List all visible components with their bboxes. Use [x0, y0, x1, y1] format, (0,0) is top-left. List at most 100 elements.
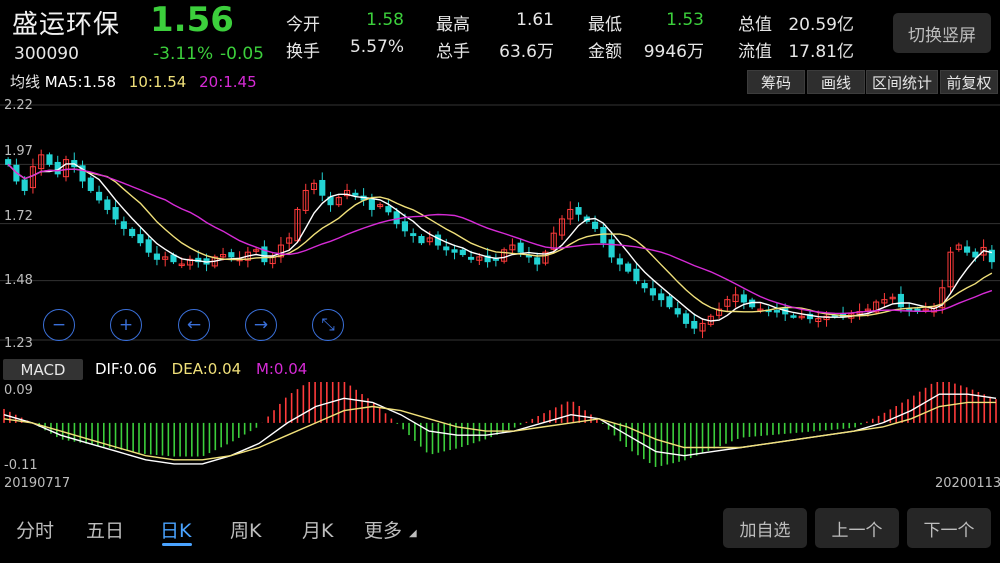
candle-body	[451, 249, 458, 253]
candle-body	[897, 293, 904, 308]
nav-five-day[interactable]: 五日	[86, 516, 124, 543]
reset-zoom-icon[interactable]: ⤡	[312, 309, 344, 341]
candle-body	[633, 268, 640, 282]
amount-label: 金额	[588, 42, 622, 62]
change-amount: -0.05	[220, 44, 264, 64]
macd-axis-bottom: -0.11	[4, 458, 38, 473]
candle-body	[129, 228, 136, 237]
scroll-left-icon[interactable]: ←	[178, 309, 210, 341]
ma20-value: 20:1.45	[199, 73, 257, 91]
volume-label: 总手	[436, 42, 470, 62]
candle-body	[964, 246, 971, 253]
turnover-value: 5.57%	[349, 37, 404, 57]
candle-body	[517, 242, 524, 253]
nav-monthly-k[interactable]: 月K	[302, 516, 333, 543]
nav-weekly-k[interactable]: 周K	[230, 516, 261, 543]
candle-body	[625, 263, 632, 272]
candle-body	[641, 283, 648, 289]
candle-body	[459, 249, 466, 256]
interval-stats-button[interactable]: 区间统计	[866, 70, 938, 94]
high-value: 1.61	[516, 10, 554, 30]
candle-body	[592, 221, 599, 229]
low-label: 最低	[588, 15, 622, 35]
candle-body	[21, 179, 28, 191]
candle-body	[492, 258, 499, 261]
candle-body	[352, 192, 359, 196]
ma-label: 均线	[10, 73, 41, 91]
candle-body	[468, 256, 475, 260]
macd-axis-top: 0.09	[4, 383, 33, 398]
ma5-line	[7, 163, 993, 322]
float-cap-label: 流值	[738, 42, 772, 62]
change-percent: -3.11%	[153, 44, 214, 64]
nav-daily-k[interactable]: 日K	[160, 516, 191, 543]
candle-body	[434, 234, 442, 246]
candle-body	[393, 211, 400, 225]
turnover-label: 换手	[286, 42, 320, 62]
candle-body	[120, 221, 127, 229]
m-value: M:0.04	[255, 360, 308, 378]
add-watchlist-button[interactable]: 加自选	[723, 508, 807, 548]
ma10-value: 10:1.54	[128, 73, 187, 91]
macd-values: DIF:0.06 DEA:0.04 M:0.04	[95, 360, 307, 378]
candle-body	[649, 288, 656, 296]
dea-value: DEA:0.04	[171, 360, 242, 378]
candle-body	[616, 258, 623, 265]
draw-line-button[interactable]: 画线	[807, 70, 865, 94]
candle-body	[790, 315, 797, 318]
current-price: 1.56	[150, 0, 234, 40]
active-tab-indicator	[162, 543, 192, 546]
candle-body	[319, 179, 326, 196]
end-date: 20200113	[935, 476, 1000, 491]
zoom-out-icon[interactable]: −	[43, 309, 75, 341]
open-value: 1.58	[366, 10, 404, 30]
market-cap-value: 20.59亿	[788, 15, 854, 35]
chips-button[interactable]: 筹码	[747, 70, 805, 94]
volume-value: 63.6万	[499, 42, 554, 62]
high-label: 最高	[436, 15, 470, 35]
price-tick-4: 1.48	[4, 273, 33, 288]
candle-body	[112, 207, 119, 220]
candlestick-chart[interactable]	[0, 95, 1000, 355]
next-stock-button[interactable]: 下一个	[907, 508, 991, 548]
amount-value: 9946万	[643, 42, 704, 62]
dif-value: DIF:0.06	[95, 360, 157, 378]
nav-more[interactable]: 更多	[364, 516, 402, 543]
nav-timeshare[interactable]: 分时	[16, 516, 54, 543]
scroll-right-icon[interactable]: →	[245, 309, 277, 341]
candle-body	[385, 206, 392, 213]
stock-code: 300090	[14, 44, 79, 64]
candle-body	[740, 294, 747, 303]
candle-body	[145, 239, 152, 253]
switch-portrait-button[interactable]: 切换竖屏	[893, 13, 991, 53]
adjust-button[interactable]: 前复权	[940, 70, 998, 94]
candle-body	[104, 199, 111, 210]
previous-stock-button[interactable]: 上一个	[815, 508, 899, 548]
zoom-in-icon[interactable]: +	[110, 309, 142, 341]
macd-button[interactable]: MACD	[3, 359, 83, 380]
start-date: 20190717	[4, 476, 71, 491]
open-label: 今开	[286, 15, 320, 35]
low-value: 1.53	[666, 10, 704, 30]
more-caret-icon: ◢	[409, 528, 417, 539]
candle-body	[5, 159, 12, 165]
candle-body	[691, 320, 698, 329]
market-cap-label: 总值	[738, 15, 772, 35]
candle-body	[418, 236, 425, 244]
candle-body	[87, 177, 94, 191]
candle-body	[575, 207, 582, 215]
ma-legend: 均线 MA5:1.58 10:1.54 20:1.45	[10, 71, 257, 92]
candle-body	[96, 191, 103, 201]
macd-chart[interactable]	[0, 382, 1000, 474]
dea-line	[3, 401, 996, 461]
candle-body	[401, 221, 408, 232]
candle-body	[137, 234, 144, 244]
candle-body	[600, 226, 607, 244]
price-tick-1: 2.22	[4, 98, 33, 113]
candle-body	[46, 154, 53, 165]
candle-body	[443, 246, 450, 251]
candle-body	[410, 233, 417, 237]
stock-name: 盛运环保	[12, 10, 121, 40]
ma5-value: MA5:1.58	[44, 73, 116, 91]
price-tick-5: 1.23	[4, 336, 33, 351]
